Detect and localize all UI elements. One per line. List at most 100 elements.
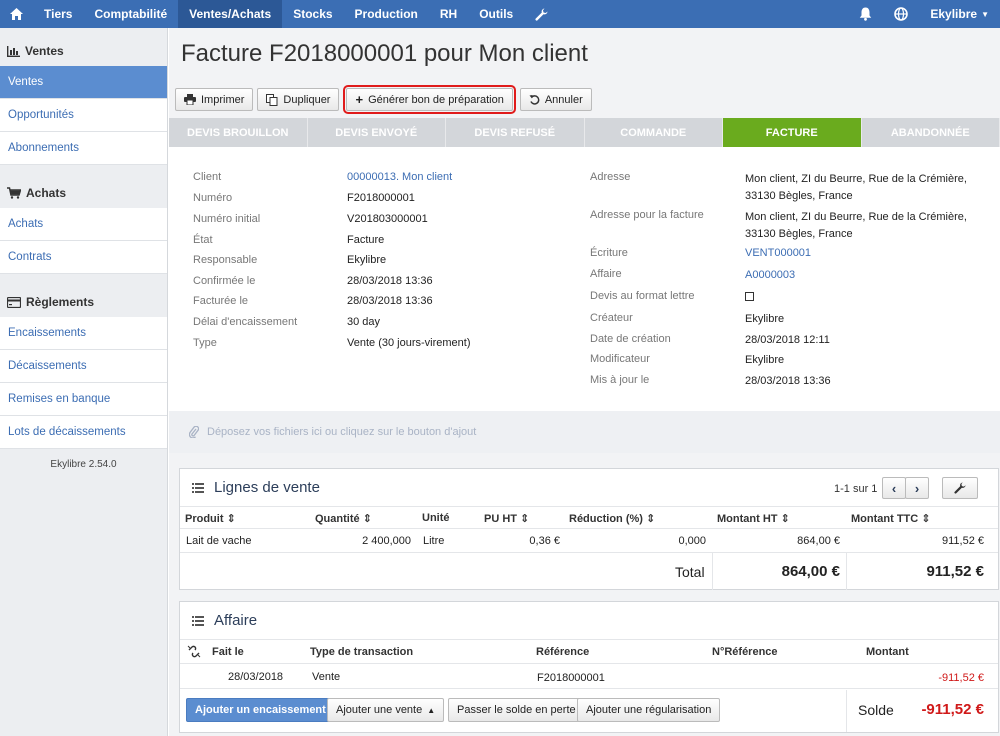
caret-down-icon: ▼: [981, 9, 989, 19]
cell-product: Lait de vache: [186, 535, 252, 547]
field-label-devis-lettre: Devis au format lettre: [590, 290, 695, 302]
invoice-details: Client 00000013. Mon client Numéro F2018…: [169, 147, 1000, 411]
field-value-numero-initial: V201803000001: [347, 213, 428, 225]
pagination-prev-button[interactable]: ‹: [882, 477, 906, 499]
step-devis-brouillon[interactable]: DEVIS BROUILLON: [169, 118, 308, 147]
sidebar-item-decaissements[interactable]: Décaissements: [0, 350, 167, 383]
sales-lines-header: Lignes de vente 1-1 sur 1 ‹ ›: [180, 469, 998, 507]
col-montant-ttc[interactable]: Montant TTC ⇕: [851, 512, 930, 525]
sidebar-item-remises-en-banque[interactable]: Remises en banque: [0, 383, 167, 416]
print-button[interactable]: Imprimer: [175, 88, 254, 111]
affair-title: Affaire: [214, 612, 258, 629]
field-value-modificateur: Ekylibre: [745, 354, 785, 366]
step-abandonnee[interactable]: ABANDONNÉE: [861, 118, 1000, 147]
unlink-icon[interactable]: [187, 645, 201, 658]
nav-comptabilite[interactable]: Comptabilité: [83, 0, 178, 28]
duplicate-button[interactable]: Dupliquer: [257, 88, 340, 111]
affair-link[interactable]: A0000003: [745, 269, 795, 281]
bell-icon: [860, 7, 872, 21]
col-quantite[interactable]: Quantité ⇕: [315, 512, 372, 525]
home-icon: [10, 8, 23, 20]
field-label-affaire: Affaire: [590, 268, 622, 280]
nav-stocks[interactable]: Stocks: [282, 0, 343, 28]
field-value-createur: Ekylibre: [745, 313, 785, 325]
entry-link[interactable]: VENT000001: [745, 247, 811, 259]
total-ht: 864,00 €: [781, 563, 840, 580]
affair-panel: Affaire Fait le Type de transaction Réfé…: [179, 601, 999, 733]
table-row: Lait de vache 2 400,000 Litre 0,36 € 0,0…: [180, 530, 998, 552]
sidebar-item-ventes[interactable]: Ventes: [0, 66, 167, 99]
sidebar-item-contrats[interactable]: Contrats: [0, 241, 167, 274]
step-devis-refuse[interactable]: DEVIS REFUSÉ: [446, 118, 585, 147]
cancel-button[interactable]: Annuler: [519, 88, 592, 111]
col-type-transaction: Type de transaction: [310, 646, 414, 658]
step-commande[interactable]: COMMANDE: [584, 118, 723, 147]
field-label-ecriture: Écriture: [590, 247, 628, 259]
cell-reference-link[interactable]: F2018000001: [537, 672, 605, 684]
chevron-left-icon: ‹: [891, 480, 897, 496]
field-label-confirmee: Confirmée le: [193, 275, 256, 287]
client-link[interactable]: 00000013. Mon client: [347, 171, 452, 183]
add-sale-label: Ajouter une vente: [336, 704, 423, 716]
table-settings-button[interactable]: [942, 477, 978, 499]
nav-production[interactable]: Production: [344, 0, 429, 28]
field-label-mis-a-jour: Mis à jour le: [590, 374, 650, 386]
field-value-adresse: Mon client, ZI du Beurre, Rue de la Crém…: [745, 171, 967, 205]
paperclip-icon: [189, 426, 199, 438]
pagination-info: 1-1 sur 1: [834, 483, 878, 495]
add-regularization-button[interactable]: Ajouter une régularisation: [577, 698, 721, 722]
field-label-client: Client: [193, 171, 222, 183]
list-icon: [192, 615, 204, 626]
field-label-adresse: Adresse: [590, 171, 631, 183]
pagination-next-button[interactable]: ›: [905, 477, 929, 499]
col-produit[interactable]: Produit ⇕: [185, 512, 236, 525]
generate-preparation-button[interactable]: + Générer bon de préparation: [343, 85, 516, 114]
nav-tiers[interactable]: Tiers: [33, 0, 83, 28]
bar-chart-icon: [7, 45, 20, 57]
balance-value: -911,52 €: [921, 701, 984, 718]
sidebar-item-encaissements[interactable]: Encaissements: [0, 317, 167, 350]
write-off-button[interactable]: Passer le solde en perte: [448, 698, 585, 722]
step-devis-envoye[interactable]: DEVIS ENVOYÉ: [307, 118, 446, 147]
notifications-button[interactable]: [848, 0, 883, 28]
col-pu-ht[interactable]: PU HT ⇕: [484, 512, 529, 525]
file-dropzone[interactable]: Déposez vos fichiers ici ou cliquez sur …: [169, 411, 1000, 453]
sidebar-section-ventes: Ventes: [0, 36, 167, 66]
field-value-etat: Facture: [347, 234, 385, 246]
cell-amount-ht: 864,00 €: [797, 535, 840, 547]
home-button[interactable]: [0, 0, 33, 28]
user-menu[interactable]: Ekylibre ▼: [919, 0, 1000, 28]
app-version: Ekylibre 2.54.0: [50, 459, 117, 470]
sidebar-section-achats: Achats: [0, 178, 167, 208]
add-payment-button[interactable]: Ajouter un encaissement: [186, 698, 335, 722]
sidebar-item-abonnements[interactable]: Abonnements: [0, 132, 167, 165]
status-steps: DEVIS BROUILLON DEVIS ENVOYÉ DEVIS REFUS…: [169, 118, 1000, 147]
field-label-date-creation: Date de création: [590, 333, 671, 345]
sidebar-section-title: Ventes: [25, 44, 64, 58]
col-montant-ht[interactable]: Montant HT ⇕: [717, 512, 790, 525]
cell-quantity: 2 400,000: [362, 535, 411, 547]
sidebar-item-lots-de-decaissements[interactable]: Lots de décaissements: [0, 416, 167, 449]
cell-transaction-type: Vente: [312, 671, 341, 683]
affair-table-header: Fait le Type de transaction Référence N°…: [180, 640, 998, 664]
sidebar-item-opportunites[interactable]: Opportunités: [0, 99, 167, 132]
cell-unit-price: 0,36 €: [529, 535, 560, 547]
step-facture[interactable]: FACTURE: [723, 118, 862, 147]
language-button[interactable]: [883, 0, 919, 28]
field-label-facturee: Facturée le: [193, 295, 249, 307]
nav-rh[interactable]: RH: [429, 0, 468, 28]
sidebar-section-title: Règlements: [26, 295, 95, 309]
add-sale-button[interactable]: Ajouter une vente ▲: [327, 698, 445, 722]
field-value-responsable: Ekylibre: [347, 254, 387, 266]
letter-format-checkbox[interactable]: [745, 292, 754, 301]
field-label-etat: État: [193, 234, 213, 246]
sidebar-item-achats[interactable]: Achats: [0, 208, 167, 241]
settings-wrench-button[interactable]: [524, 0, 559, 28]
nav-outils[interactable]: Outils: [468, 0, 524, 28]
list-icon: [192, 482, 204, 493]
col-reduction[interactable]: Réduction (%) ⇕: [569, 512, 655, 525]
add-payment-label: Ajouter un encaissement: [195, 704, 326, 716]
address-line-1: Mon client, ZI du Beurre, Rue de la Crém…: [745, 173, 967, 185]
invoice-address-line-1: Mon client, ZI du Beurre, Rue de la Crém…: [745, 211, 967, 223]
nav-ventes-achats[interactable]: Ventes/Achats: [178, 0, 283, 28]
